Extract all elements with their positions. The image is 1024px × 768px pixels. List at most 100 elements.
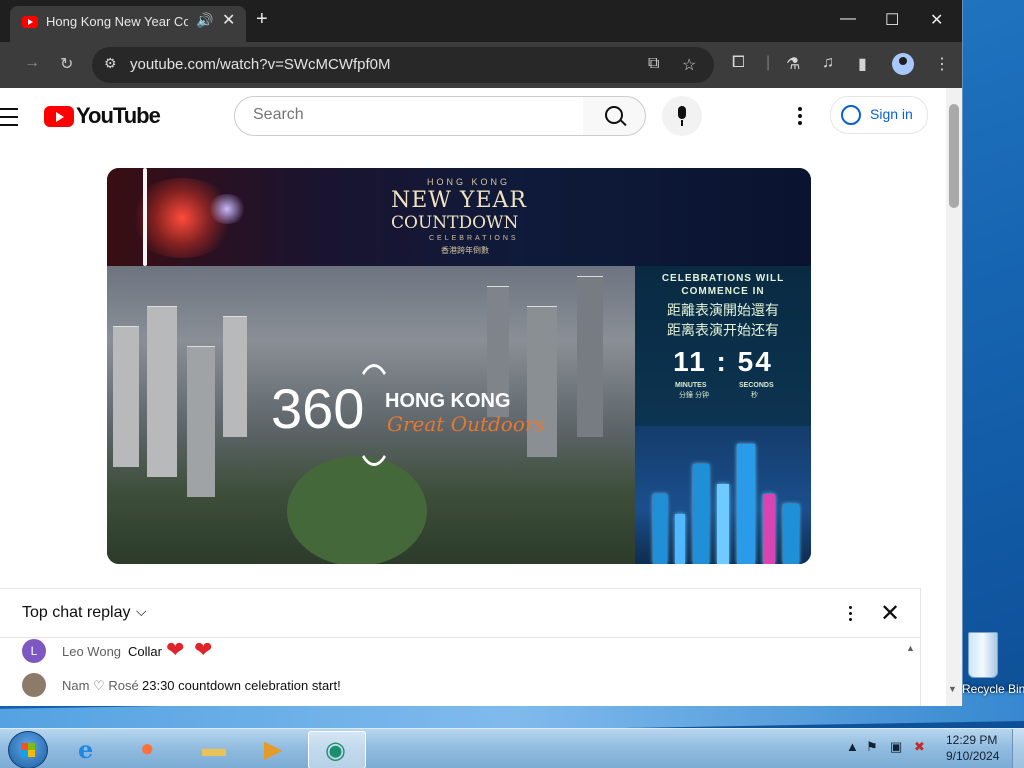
network-icon[interactable]: ▣ — [890, 739, 902, 755]
taskbar-internet-explorer[interactable]: e — [62, 731, 118, 767]
commence-zh-simp: 距离表演开始还有 — [667, 322, 779, 338]
tab-strip: Hong Kong New Year Countdown 🔊 ✕ + — ☐ ✕ — [0, 0, 962, 42]
show-hidden-icons-icon[interactable]: ▲ — [846, 739, 859, 754]
minutes-label: MINUTES — [675, 382, 707, 389]
taskbar-firefox[interactable]: ● — [124, 731, 180, 767]
search-box[interactable] — [234, 96, 584, 136]
chat-message: L Leo Wong Collar ❤ ❤ — [0, 637, 920, 667]
tab-youtube[interactable]: Hong Kong New Year Countdown 🔊 ✕ — [10, 6, 246, 42]
menu-hamburger-icon[interactable] — [0, 108, 18, 126]
address-bar[interactable]: ⚙ youtube.com/watch?v=SWcMCWfpf0M ⧉ ☆ — [92, 47, 714, 83]
maximize-button[interactable]: ☐ — [885, 10, 899, 30]
skyline-tower — [693, 464, 709, 564]
labs-flask-icon[interactable]: ⚗ — [786, 54, 800, 74]
profile-avatar-icon[interactable] — [892, 53, 914, 75]
skyline-tower — [675, 514, 685, 564]
chat-text: 23:30 countdown celebration start! — [142, 678, 341, 693]
recycle-bin[interactable]: Recycle Bin — [960, 628, 1024, 698]
seconds-label: SECONDS — [739, 382, 774, 389]
action-center-flag-icon[interactable]: ⚑ — [866, 739, 878, 755]
close-window-button[interactable]: ✕ — [930, 10, 943, 30]
chat-author[interactable]: Leo Wong — [62, 644, 121, 659]
recycle-bin-icon — [968, 632, 998, 678]
brand-line-3: COUNTDOWN — [391, 213, 519, 233]
media-control-icon[interactable]: ♫ — [822, 54, 834, 72]
building — [113, 326, 139, 467]
microphone-icon — [678, 106, 686, 119]
video-player[interactable]: HONG KONG NEW YEAR COUNTDOWN CELEBRATION… — [107, 168, 811, 564]
logo-great-outdoors: Great Outdoors — [387, 412, 545, 436]
tab-close-icon[interactable]: ✕ — [222, 10, 235, 30]
volume-muted-icon[interactable]: ✖ — [914, 739, 925, 755]
countdown-timer: 11 : 54 — [673, 346, 773, 377]
sign-in-button[interactable]: Sign in — [830, 96, 928, 134]
chat-text: Collar — [128, 644, 162, 659]
folder-icon: ▬ — [202, 735, 226, 762]
forward-icon[interactable]: → — [24, 54, 40, 72]
building — [147, 306, 177, 477]
commence-en-line-1: CELEBRATIONS WILL — [661, 273, 785, 284]
heart-emoji-icon: ❤ — [194, 637, 213, 662]
media-player-icon: ▶ — [264, 736, 283, 763]
skyline-tower — [717, 484, 729, 564]
start-button[interactable] — [8, 731, 48, 768]
reload-icon[interactable]: ↻ — [60, 54, 73, 74]
account-circle-icon — [841, 105, 861, 125]
side-panel-icon[interactable]: ▮ — [858, 54, 867, 74]
extensions-icon[interactable]: ⧠ — [732, 54, 745, 72]
install-app-icon[interactable]: ⧉ — [648, 55, 659, 73]
chat-title[interactable]: Top chat replay — [22, 604, 131, 622]
youtube-logo-icon[interactable] — [44, 106, 74, 127]
chat-message: Nam ♡ Rosé 23:30 countdown celebration s… — [0, 671, 920, 701]
voice-search-button[interactable] — [662, 96, 702, 136]
skyline-tower — [737, 444, 755, 564]
url-text[interactable]: youtube.com/watch?v=SWcMCWfpf0M — [130, 56, 391, 73]
firework-white — [207, 194, 247, 224]
commence-en: CELEBRATIONS WILL COMMENCE IN — [635, 272, 811, 298]
taskbar-chrome-active[interactable]: ◉ — [308, 731, 366, 768]
brand-line-4: CELEBRATIONS — [429, 235, 519, 242]
skyline-tower — [763, 494, 775, 564]
microphone-stand — [681, 120, 683, 126]
bookmark-star-icon[interactable]: ☆ — [682, 55, 696, 75]
minimize-button[interactable]: — — [840, 10, 856, 28]
brand-line-2: NEW YEAR — [391, 188, 527, 213]
clock-time[interactable]: 12:29 PM — [946, 733, 997, 747]
show-desktop-button[interactable] — [1012, 729, 1024, 768]
taskbar: e ● ▬ ▶ ◉ ▲ ⚑ ▣ ✖ 12:29 PM 9/10/2024 — [0, 728, 1024, 768]
site-info-icon[interactable]: ⚙ — [104, 55, 117, 72]
seconds-zh-label: 秒 — [751, 392, 758, 399]
youtube-page: YouTube Sign in HONG KONG NEW YEAR COUNT… — [0, 88, 946, 706]
skyline-tower — [783, 504, 799, 564]
commence-zh-trad: 距離表演開始還有 — [667, 302, 779, 318]
browser-app-icon: ◉ — [325, 737, 346, 764]
page-scrollbar[interactable] — [946, 88, 962, 706]
youtube-wordmark[interactable]: YouTube — [76, 103, 161, 129]
search-button[interactable] — [583, 96, 646, 136]
toolbar-divider: | — [766, 54, 771, 71]
audio-playing-icon[interactable]: 🔊 — [196, 12, 213, 29]
browser-window: Hong Kong New Year Countdown 🔊 ✕ + — ☐ ✕… — [0, 0, 963, 706]
countdown-panel: CELEBRATIONS WILL COMMENCE IN 距離表演開始還有 距离… — [635, 266, 811, 564]
chevron-down-icon[interactable]: ⌵ — [136, 603, 147, 620]
chrome-menu-icon[interactable]: ⋮ — [934, 54, 950, 74]
new-tab-button[interactable]: + — [256, 9, 268, 29]
building — [577, 276, 603, 437]
building — [223, 316, 247, 437]
clock-date[interactable]: 9/10/2024 — [946, 749, 999, 763]
search-icon — [605, 106, 623, 124]
settings-kebab-icon[interactable] — [798, 107, 802, 128]
search-input[interactable] — [251, 105, 575, 125]
chat-close-icon[interactable]: ✕ — [880, 599, 900, 628]
scrollbar-thumb[interactable] — [949, 104, 959, 208]
chat-author[interactable]: Nam ♡ Rosé — [62, 678, 139, 694]
taskbar-file-explorer[interactable]: ▬ — [186, 731, 242, 767]
chat-menu-kebab-icon[interactable] — [849, 606, 853, 624]
heart-emoji-icon: ❤ — [166, 637, 185, 662]
chat-replay-panel: Top chat replay ⌵ ✕ ▲ L Leo Wong Collar … — [0, 588, 921, 706]
harbour-skyline — [635, 426, 811, 564]
building — [187, 346, 215, 497]
scroll-down-arrow-icon[interactable]: ▼ — [948, 684, 957, 694]
avatar: L — [22, 639, 46, 663]
taskbar-media-player[interactable]: ▶ — [248, 731, 304, 767]
